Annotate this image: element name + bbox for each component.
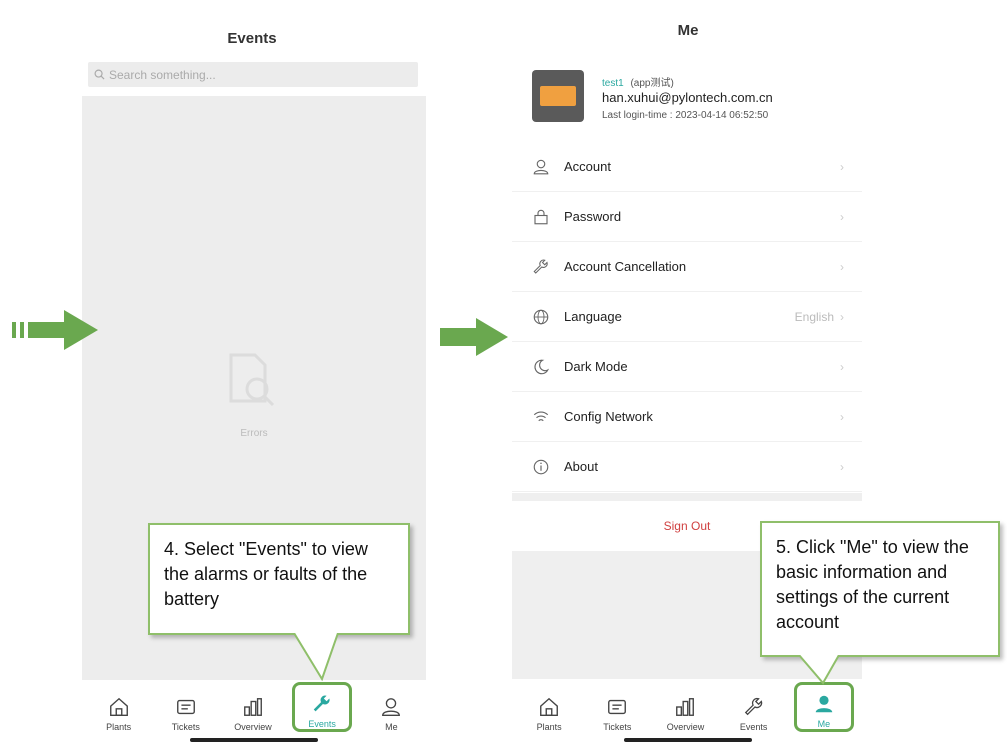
menu-item-password[interactable]: Password › — [512, 192, 862, 242]
house-icon — [109, 697, 128, 716]
divider — [512, 493, 862, 501]
menu-item-account[interactable]: Account › — [512, 142, 862, 192]
home-indicator — [624, 738, 752, 742]
wrench-icon — [313, 695, 330, 712]
user-email: han.xuhui@pylontech.com.cn — [602, 90, 773, 105]
search-input[interactable]: Search something... — [88, 62, 418, 87]
tab-plants[interactable]: Plants — [521, 684, 577, 732]
bar-chart-icon — [676, 698, 695, 716]
menu-item-dark-mode[interactable]: Dark Mode › — [512, 342, 862, 392]
right-tab-bar: Plants Tickets Overview Events Me — [515, 680, 860, 732]
wifi-icon — [530, 406, 552, 428]
middle-arrow — [440, 318, 510, 358]
tab-me[interactable]: Me — [363, 684, 419, 732]
chevron-right-icon: › — [840, 309, 844, 324]
menu-item-about[interactable]: About › — [512, 442, 862, 492]
chevron-right-icon: › — [840, 159, 844, 174]
left-arrow — [12, 310, 102, 350]
tab-events[interactable]: Events — [726, 684, 782, 732]
empty-document-icon — [227, 351, 283, 416]
chevron-right-icon: › — [840, 459, 844, 474]
bar-chart-icon — [244, 698, 262, 716]
chevron-right-icon: › — [840, 209, 844, 224]
moon-icon — [530, 356, 552, 378]
last-login: Last login-time : 2023-04-14 06:52:50 — [602, 110, 769, 121]
callout-pointer — [293, 633, 339, 681]
tab-tickets[interactable]: Tickets — [158, 684, 214, 732]
user-tag: (app测试) — [630, 78, 674, 89]
language-value: English — [794, 309, 834, 324]
events-title: Events — [227, 30, 277, 47]
user-icon — [530, 156, 552, 178]
tab-me[interactable]: Me — [793, 682, 854, 732]
chevron-right-icon: › — [840, 359, 844, 374]
globe-icon — [530, 306, 552, 328]
lock-icon — [530, 206, 552, 228]
avatar — [532, 70, 584, 122]
person-icon — [382, 698, 401, 716]
tab-tickets[interactable]: Tickets — [589, 684, 645, 732]
house-icon — [540, 697, 559, 716]
search-placeholder: Search something... — [109, 67, 216, 82]
ticket-icon — [176, 699, 195, 715]
tab-events[interactable]: Events — [292, 682, 353, 732]
tab-overview[interactable]: Overview — [225, 684, 281, 732]
tab-overview[interactable]: Overview — [657, 684, 713, 732]
chevron-right-icon: › — [840, 259, 844, 274]
wrench-icon — [744, 697, 762, 716]
ticket-icon — [608, 699, 627, 715]
home-indicator — [190, 738, 318, 742]
menu-item-account-cancellation[interactable]: Account Cancellation › — [512, 242, 862, 292]
person-icon — [815, 695, 833, 713]
empty-state-text: Errors — [240, 428, 268, 439]
left-tab-bar: Plants Tickets Overview Events Me — [85, 680, 425, 732]
me-title: Me — [677, 22, 699, 39]
search-icon — [94, 69, 105, 80]
me-callout: 5. Click "Me" to view the basic informat… — [760, 521, 1000, 657]
menu-item-config-network[interactable]: Config Network › — [512, 392, 862, 442]
callout-pointer — [798, 655, 840, 685]
events-callout: 4. Select "Events" to view the alarms or… — [148, 523, 410, 635]
info-icon — [530, 456, 552, 478]
chevron-right-icon: › — [840, 409, 844, 424]
settings-menu: Account › Password › Account Cancellatio… — [512, 142, 862, 492]
menu-item-language[interactable]: Language English › — [512, 292, 862, 342]
wrench-icon — [530, 256, 552, 278]
username: test1 — [602, 78, 624, 89]
tab-plants[interactable]: Plants — [91, 684, 147, 732]
